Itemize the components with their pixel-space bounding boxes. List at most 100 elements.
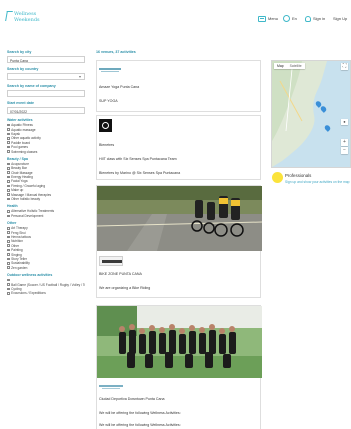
filter-checkbox-label: Singing [11, 252, 22, 257]
result-card[interactable]: BIKE ZONE PUNTA CANA We are organizing a… [96, 185, 262, 298]
site-logo[interactable]: Wellness Weekends [5, 10, 46, 26]
card-title[interactable]: Bienetres [99, 143, 114, 147]
checkbox-icon[interactable] [7, 128, 10, 131]
result-card[interactable]: Ciudad Deportiva Downtown Punta Cana We … [96, 305, 262, 429]
company-input[interactable] [7, 90, 85, 97]
checkbox-icon[interactable] [7, 292, 10, 295]
company-logo [99, 119, 112, 132]
checkbox-icon[interactable] [7, 193, 10, 196]
filter-checkbox[interactable]: Zen garden [7, 266, 85, 270]
checkbox-icon[interactable] [7, 167, 10, 170]
date-filter-label: Start event date [7, 101, 34, 105]
date-input[interactable]: 07/01/2022 [7, 107, 85, 114]
logo-text-line2: Weekends [14, 17, 40, 23]
zoom-in-button[interactable]: + [341, 139, 348, 146]
filter-category: Beauty / Spa Acupuncture Beauty Bar Chair M… [7, 157, 85, 202]
checkbox-icon[interactable] [7, 226, 10, 230]
language-label: En [292, 16, 297, 21]
checkbox-icon[interactable] [7, 248, 10, 252]
country-select[interactable] [7, 73, 85, 80]
checkbox-icon[interactable] [7, 150, 10, 153]
checkbox-icon[interactable] [7, 283, 10, 286]
checkbox-icon[interactable] [7, 137, 10, 140]
checkbox-icon[interactable] [7, 253, 10, 256]
company-filter-label: Search by name of company [7, 84, 56, 88]
filter-checkbox-label: Excursions / Expeditions [11, 291, 46, 296]
fullscreen-icon[interactable]: ⛶ [341, 63, 348, 70]
filter-checkbox-label: Acupuncture [11, 161, 29, 166]
results-map[interactable]: Map Satellite ⛶ ● + − [271, 60, 351, 168]
card-subtitle: Bienetres by Marino @ Six Senses Spa Pun… [99, 171, 181, 175]
user-icon [305, 15, 311, 22]
filter-checkbox-label: Massage / Manual therapies [11, 192, 52, 197]
filter-checkbox-label: Alternative Holistic Treatments [11, 209, 55, 214]
checkbox-icon[interactable] [7, 240, 10, 243]
checkbox-icon[interactable] [7, 123, 10, 127]
checkbox-icon[interactable] [7, 197, 10, 201]
checkbox-icon[interactable] [7, 175, 10, 179]
professionals-signup-link[interactable]: Sign up and show your activities on the … [285, 180, 350, 184]
checkbox-icon[interactable] [7, 132, 10, 136]
card-title[interactable]: BIKE ZONE PUNTA CANA [99, 272, 142, 276]
card-title[interactable]: Ciudad Deportiva Downtown Punta Cana [99, 397, 165, 401]
logo-mark-icon [5, 11, 13, 21]
filter-checkbox[interactable]: Personal Development [7, 214, 85, 218]
card-description: We will be offering the following Wellne… [99, 411, 181, 415]
filter-category-title: Outdoor wellness activities [7, 272, 53, 277]
filter-checkbox[interactable]: Excursions / Expeditions [7, 291, 85, 295]
filter-checkbox-label: Aquatic massage [11, 127, 36, 132]
filter-checkbox-label: Nutrition [11, 239, 23, 244]
checkbox-icon[interactable] [7, 180, 10, 183]
checkbox-icon[interactable] [7, 278, 10, 282]
zoom-out-button[interactable]: − [341, 147, 348, 154]
filter-checkbox-label: Firming / Graceful aging [11, 183, 46, 188]
menu-button[interactable]: Menu [258, 15, 278, 22]
card-description: We are organizing a Bike Riding [99, 286, 151, 290]
checkbox-icon[interactable] [7, 184, 10, 188]
map-type-tabs: Map Satellite [274, 63, 305, 69]
checkbox-icon[interactable] [7, 266, 10, 270]
checkbox-icon[interactable] [7, 210, 10, 213]
filter-checkbox[interactable]: Other holistic beauty [7, 197, 85, 201]
pegman-icon[interactable]: ● [341, 119, 348, 125]
checkbox-icon[interactable] [7, 188, 10, 192]
filter-checkbox[interactable]: Swimming classes [7, 149, 85, 154]
country-filter-label: Search by country [7, 67, 39, 71]
tab-map[interactable]: Map [274, 63, 287, 69]
globe-icon [283, 15, 290, 22]
company-logo [99, 65, 121, 75]
filter-checkbox-label: Feng Shui [11, 230, 26, 235]
site-header: Wellness Weekends Menu En Sign in Sign U… [0, 0, 351, 36]
filter-category-title: Beauty / Spa [7, 156, 29, 161]
activity-photo [97, 306, 262, 378]
filter-checkbox-label: Kayak [11, 131, 20, 136]
language-button[interactable]: En [283, 15, 297, 22]
sign-up-label: Sign Up [333, 16, 348, 21]
checkbox-icon[interactable] [7, 287, 10, 291]
filter-checkbox-label: Ball Game (Soccer / US Football / Rugby … [11, 282, 85, 287]
result-card[interactable]: Bienetres HIIT class with Six Senses Spa… [96, 115, 261, 180]
checkbox-icon[interactable] [7, 244, 10, 248]
city-input[interactable]: Punta Cana [7, 56, 85, 63]
checkbox-icon[interactable] [7, 231, 10, 234]
menu-icon [258, 15, 266, 22]
result-card[interactable]: Amaze Yoga Punta Cana SUP YOGA [96, 60, 261, 112]
sign-in-button[interactable]: Sign in [305, 15, 325, 22]
professionals-title: Professionals [285, 173, 312, 178]
filter-checkbox-label: Sustainability [11, 261, 30, 266]
filter-checkbox-label: Art Therapy [11, 226, 28, 231]
checkbox-icon[interactable] [7, 235, 10, 239]
checkbox-icon[interactable] [7, 145, 10, 149]
sign-up-link[interactable]: Sign Up [333, 15, 347, 22]
filter-checkbox-label: Painting [11, 248, 23, 253]
checkbox-icon[interactable] [7, 141, 10, 145]
filter-checkbox-label: Paddle board [11, 140, 31, 145]
checkbox-icon[interactable] [7, 171, 10, 174]
checkbox-icon[interactable] [7, 162, 10, 166]
checkbox-icon[interactable] [7, 257, 10, 261]
checkbox-icon[interactable] [7, 262, 10, 265]
card-title[interactable]: Amaze Yoga Punta Cana [99, 85, 139, 89]
checkbox-icon[interactable] [7, 214, 10, 218]
tab-satellite[interactable]: Satellite [287, 63, 305, 69]
card-description: HIIT class with Six Senses Spa Puntacana… [99, 157, 177, 161]
